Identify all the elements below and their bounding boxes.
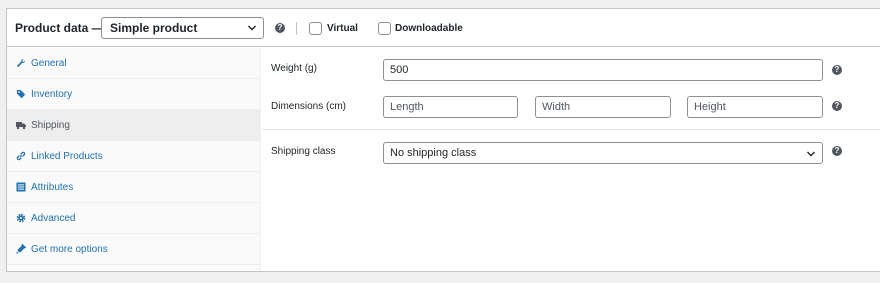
shipping-panel: Weight (g) 500 ? Dimensions (cm) Length … <box>262 48 880 271</box>
product-type-select[interactable]: Simple product <box>101 17 264 39</box>
shipping-class-label: Shipping class <box>271 146 336 157</box>
list-icon <box>16 182 26 192</box>
virtual-label: Virtual <box>327 23 358 34</box>
tab-get-more-options[interactable]: Get more options <box>7 234 261 265</box>
chevron-down-icon <box>807 151 815 157</box>
tab-advanced[interactable]: Advanced <box>7 203 261 234</box>
help-icon[interactable]: ? <box>832 101 842 111</box>
tab-inventory[interactable]: Inventory <box>7 79 261 110</box>
tab-linked-products[interactable]: Linked Products <box>7 141 261 172</box>
virtual-checkbox[interactable] <box>309 22 322 35</box>
help-icon[interactable]: ? <box>275 23 285 33</box>
product-data-tabs: General Inventory Shipping Linked Produc… <box>7 48 261 271</box>
height-placeholder: Height <box>694 101 726 113</box>
link-icon <box>16 151 26 161</box>
tab-label: Linked Products <box>31 151 103 162</box>
panel-title: Product data — <box>15 21 104 35</box>
shipping-class-select[interactable]: No shipping class <box>383 142 823 164</box>
width-input[interactable]: Width <box>535 96 671 118</box>
tab-label: Attributes <box>31 182 74 193</box>
downloadable-checkbox[interactable] <box>378 22 391 35</box>
height-input[interactable]: Height <box>687 96 823 118</box>
weight-label: Weight (g) <box>271 63 317 74</box>
tab-label: Shipping <box>31 120 70 131</box>
tab-shipping[interactable]: Shipping <box>7 110 261 141</box>
weight-value: 500 <box>390 64 409 76</box>
shipping-class-value: No shipping class <box>390 147 477 159</box>
tab-label: Get more options <box>31 244 108 255</box>
downloadable-label: Downloadable <box>395 23 463 34</box>
gear-icon <box>16 213 26 223</box>
wrench-icon <box>16 58 26 68</box>
section-divider <box>262 129 880 130</box>
product-data-header: Product data — Simple product ? Virtual … <box>7 9 880 47</box>
help-icon[interactable]: ? <box>832 146 842 156</box>
weight-input[interactable]: 500 <box>383 59 823 81</box>
truck-icon <box>16 122 26 130</box>
plugin-icon <box>16 244 26 254</box>
tab-general[interactable]: General <box>7 48 261 79</box>
length-input[interactable]: Length <box>383 96 518 118</box>
product-type-value: Simple product <box>110 21 198 35</box>
help-icon[interactable]: ? <box>832 65 842 75</box>
tag-icon <box>16 90 26 99</box>
tab-label: General <box>31 58 67 69</box>
dimensions-label: Dimensions (cm) <box>271 101 347 112</box>
chevron-down-icon <box>248 25 256 31</box>
header-divider <box>296 22 297 35</box>
length-placeholder: Length <box>390 101 424 113</box>
tab-label: Advanced <box>31 213 76 224</box>
tab-attributes[interactable]: Attributes <box>7 172 261 203</box>
tab-label: Inventory <box>31 89 73 100</box>
width-placeholder: Width <box>542 101 571 113</box>
product-data-panel: Product data — Simple product ? Virtual … <box>6 8 880 272</box>
